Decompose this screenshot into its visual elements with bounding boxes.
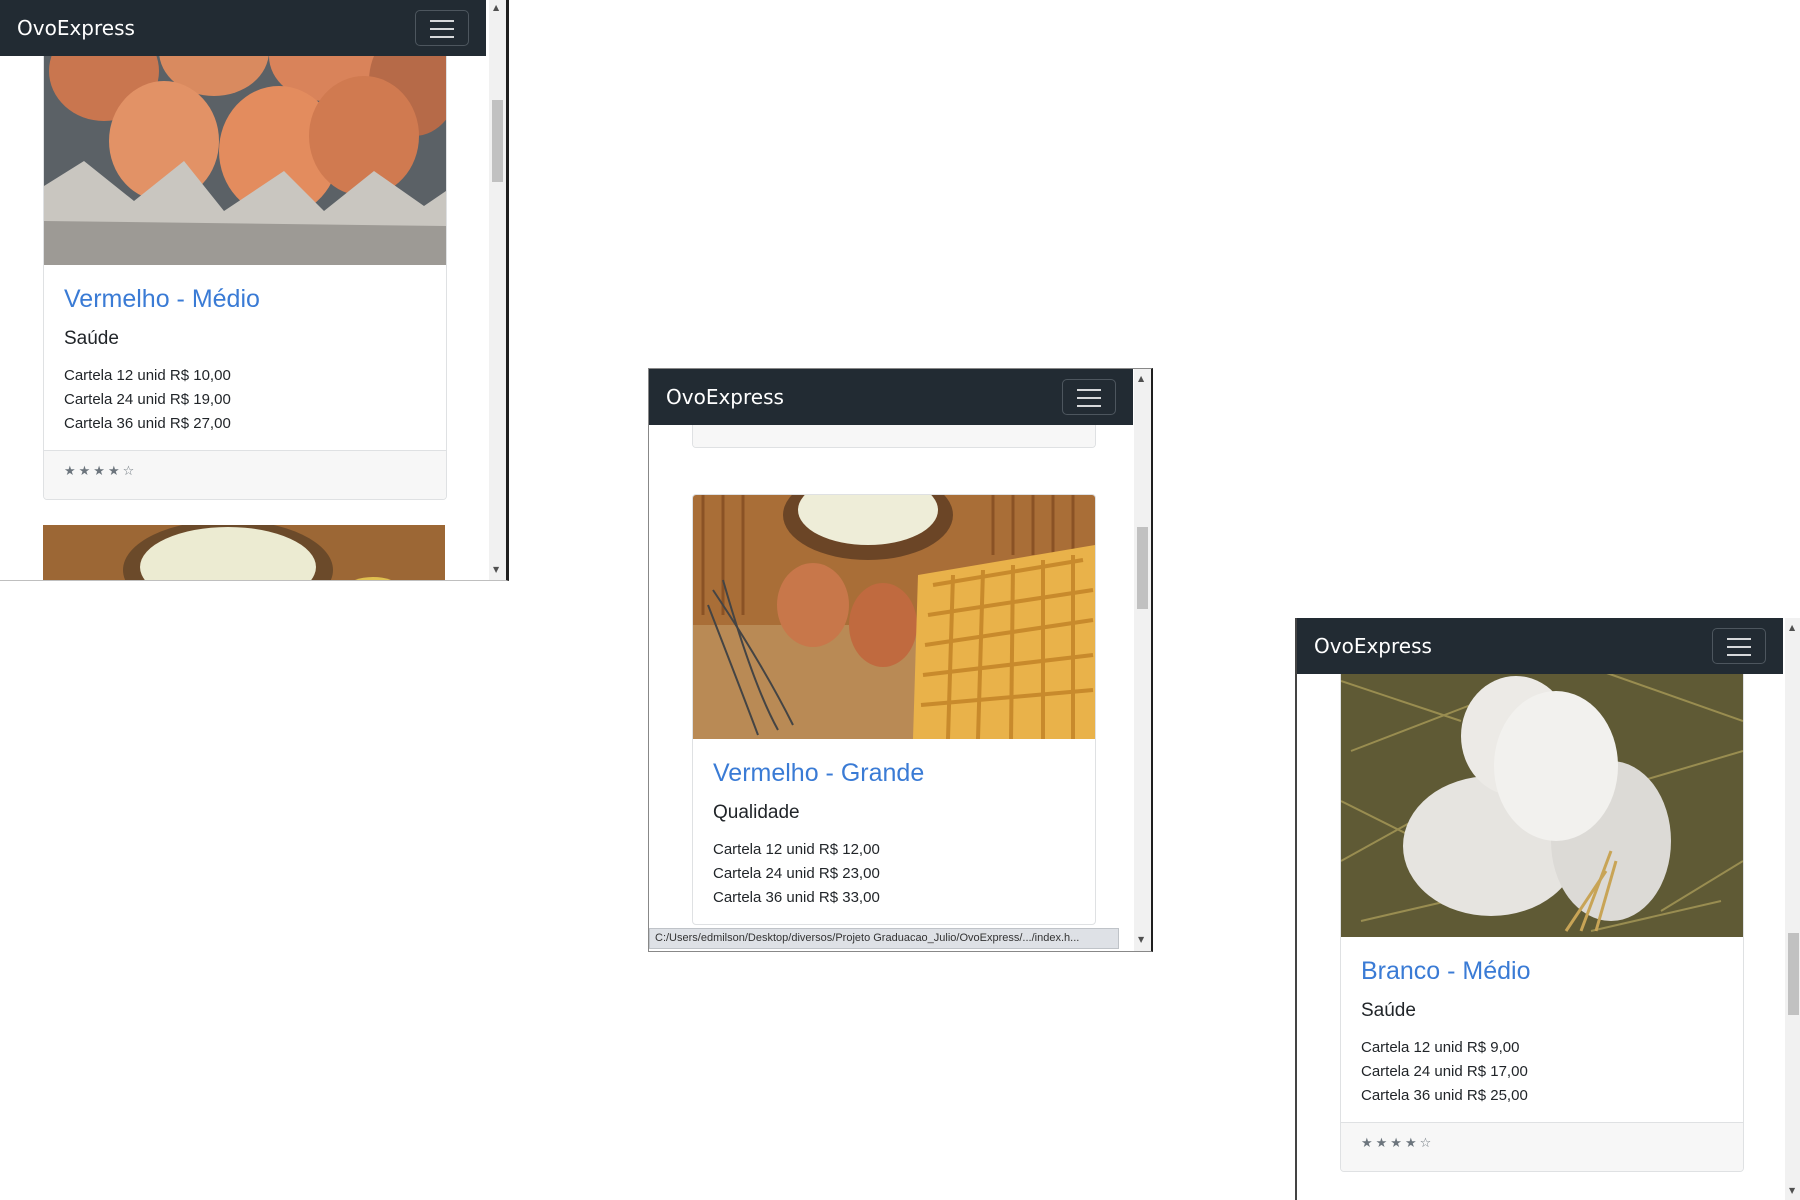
scroll-down-arrow-icon[interactable]: ▼ bbox=[1789, 1186, 1795, 1196]
scrollbar-thumb[interactable] bbox=[1137, 527, 1148, 609]
card-body: Vermelho - Grande Qualidade Cartela 12 u… bbox=[693, 739, 1095, 924]
price-line: Cartela 12 unid R$ 12,00 bbox=[713, 841, 880, 858]
product-card-vermelho-grande: Vermelho - Grande Qualidade Cartela 12 u… bbox=[692, 494, 1096, 925]
price-line: Cartela 24 unid R$ 19,00 bbox=[64, 391, 231, 408]
scroll-up-arrow-icon[interactable]: ▲ bbox=[493, 3, 499, 13]
navbar: OvoExpress bbox=[0, 0, 486, 56]
product-title-link[interactable]: Vermelho - Médio bbox=[64, 285, 426, 314]
card-body: Branco - Médio Saúde Cartela 12 unid R$ … bbox=[1341, 937, 1743, 1122]
menu-icon bbox=[1077, 389, 1101, 391]
page-content: Vermelho - Médio Saúde Cartela 12 unid R… bbox=[0, 0, 489, 580]
product-image-white-eggs bbox=[1341, 661, 1743, 937]
vertical-scrollbar[interactable]: ▲ ▼ bbox=[489, 0, 506, 580]
navbar-toggler-button[interactable] bbox=[1712, 628, 1766, 664]
navbar-toggler-button[interactable] bbox=[415, 10, 469, 46]
scroll-up-arrow-icon[interactable]: ▲ bbox=[1138, 374, 1144, 384]
price-line: Cartela 36 unid R$ 33,00 bbox=[713, 889, 880, 906]
price-line: Cartela 12 unid R$ 9,00 bbox=[1361, 1039, 1520, 1056]
navbar-brand[interactable]: OvoExpress bbox=[1314, 634, 1432, 658]
card-body: Vermelho - Médio Saúde Cartela 12 unid R… bbox=[44, 265, 446, 450]
product-card-branco-medio: Branco - Médio Saúde Cartela 12 unid R$ … bbox=[1340, 660, 1744, 1172]
price-line: Cartela 24 unid R$ 17,00 bbox=[1361, 1063, 1528, 1080]
product-subtitle: Qualidade bbox=[713, 802, 800, 823]
scroll-down-arrow-icon[interactable]: ▼ bbox=[1138, 935, 1144, 945]
vertical-scrollbar[interactable]: ▲ ▼ bbox=[1785, 618, 1800, 1200]
browser-window-2: ★★★★☆ bbox=[648, 368, 1153, 952]
navbar-brand[interactable]: OvoExpress bbox=[666, 385, 784, 409]
menu-icon bbox=[1727, 638, 1751, 640]
rating-stars: ★★★★☆ bbox=[1341, 1122, 1743, 1171]
page-content: Branco - Médio Saúde Cartela 12 unid R$ … bbox=[1297, 618, 1785, 1200]
navbar-brand[interactable]: OvoExpress bbox=[17, 16, 135, 40]
product-title-link[interactable]: Vermelho - Grande bbox=[713, 759, 1075, 788]
vertical-scrollbar[interactable]: ▲ ▼ bbox=[1134, 369, 1151, 951]
product-title-link[interactable]: Branco - Médio bbox=[1361, 957, 1723, 986]
product-subtitle: Saúde bbox=[1361, 1000, 1416, 1021]
product-image-waffles-partial bbox=[43, 525, 445, 580]
menu-icon bbox=[430, 20, 454, 22]
rating-stars: ★★★★☆ bbox=[44, 450, 446, 499]
page-content: ★★★★☆ bbox=[649, 369, 1134, 951]
price-line: Cartela 36 unid R$ 27,00 bbox=[64, 415, 231, 432]
scroll-down-arrow-icon[interactable]: ▼ bbox=[493, 565, 499, 575]
product-subtitle: Saúde bbox=[64, 328, 119, 349]
scroll-up-arrow-icon[interactable]: ▲ bbox=[1789, 623, 1795, 633]
product-card-vermelho-medio: Vermelho - Médio Saúde Cartela 12 unid R… bbox=[43, 10, 447, 500]
product-image-waffles-eggs bbox=[693, 495, 1095, 739]
browser-window-3: Branco - Médio Saúde Cartela 12 unid R$ … bbox=[1295, 618, 1800, 1200]
navbar-toggler-button[interactable] bbox=[1062, 379, 1116, 415]
scrollbar-thumb[interactable] bbox=[1788, 933, 1799, 1015]
navbar: OvoExpress bbox=[649, 369, 1133, 425]
scrollbar-thumb[interactable] bbox=[492, 100, 503, 182]
price-line: Cartela 24 unid R$ 23,00 bbox=[713, 865, 880, 882]
status-bar-url: C:/Users/edmilson/Desktop/diversos/Proje… bbox=[649, 928, 1119, 949]
price-line: Cartela 36 unid R$ 25,00 bbox=[1361, 1087, 1528, 1104]
navbar: OvoExpress bbox=[1297, 618, 1783, 674]
browser-window-1: Vermelho - Médio Saúde Cartela 12 unid R… bbox=[0, 0, 509, 581]
price-line: Cartela 12 unid R$ 10,00 bbox=[64, 367, 231, 384]
